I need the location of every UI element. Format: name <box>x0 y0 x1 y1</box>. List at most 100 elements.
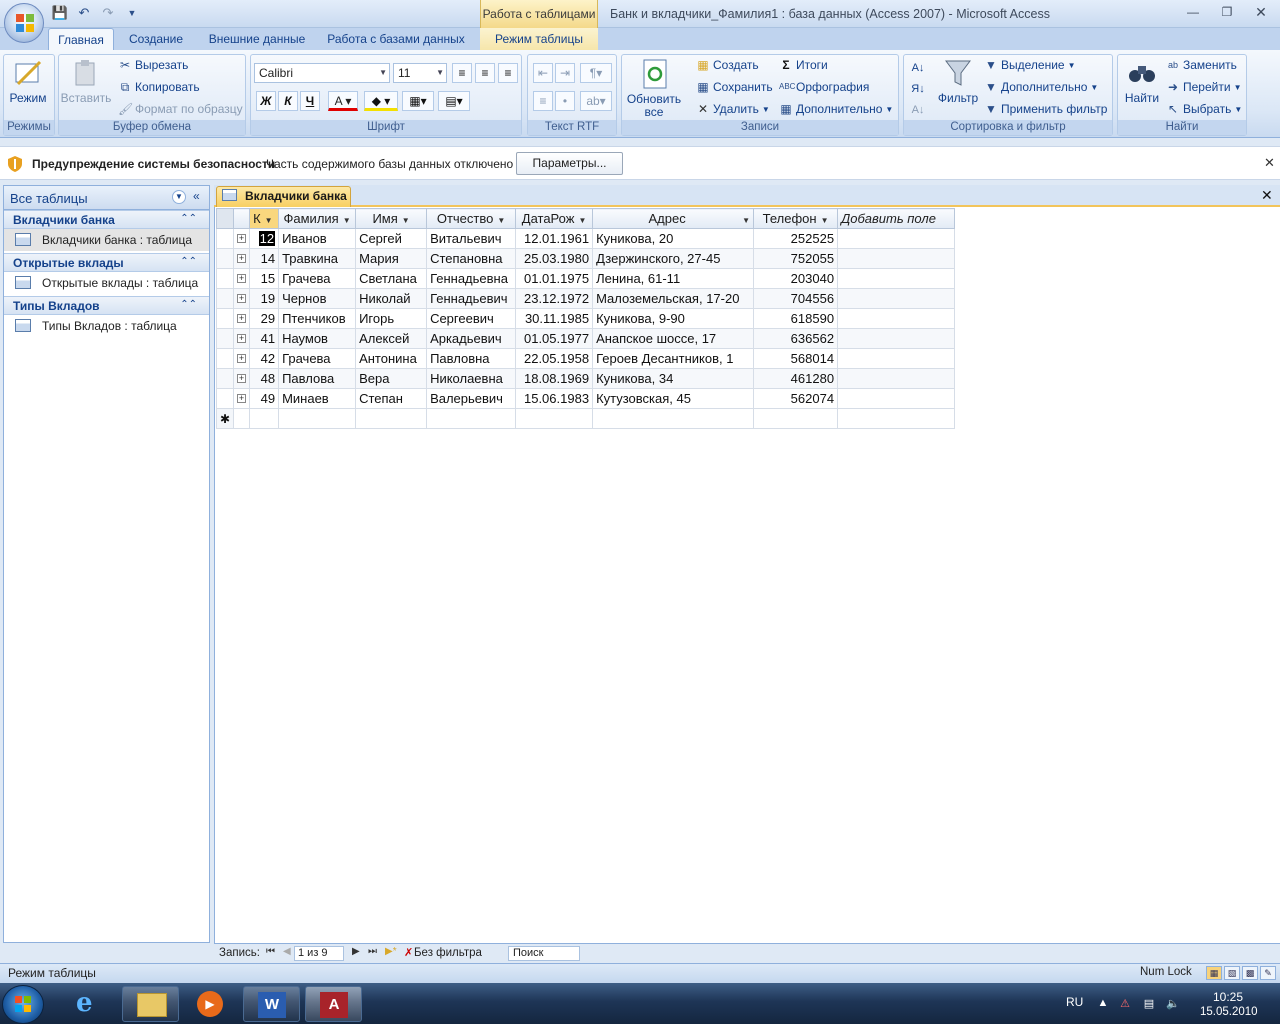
chevron-down-icon[interactable]: ▼ <box>402 216 410 225</box>
increase-indent-button[interactable]: ⇥ <box>555 63 575 83</box>
cell-address[interactable]: Анапское шоссе, 17 <box>592 328 755 349</box>
cell-phone[interactable]: 461280 <box>753 368 839 389</box>
cell-birthdate[interactable]: 01.01.1975 <box>515 268 594 289</box>
office-button[interactable] <box>4 3 44 43</box>
cell-add-field[interactable] <box>837 268 956 289</box>
cell-patronymic[interactable]: Геннадьевич <box>426 288 517 309</box>
table-row[interactable]: +12 Иванов Сергей Витальевич 12.01.1961 Куник… <box>215 228 956 249</box>
new-record-cell[interactable] <box>837 408 956 429</box>
expand-plus-icon[interactable]: + <box>237 294 247 303</box>
datasheet-view-icon[interactable]: ▦ <box>1206 966 1222 980</box>
chevron-down-icon[interactable]: ▼ <box>265 216 273 225</box>
pivot-table-view-icon[interactable]: ▧ <box>1224 966 1240 980</box>
align-center-button[interactable]: ≡ <box>475 63 495 83</box>
highlight-button[interactable]: ab▾ <box>580 91 612 111</box>
nav-pane-header[interactable]: Все таблицы ▼ « <box>4 186 209 210</box>
last-record-icon[interactable]: ⏭ <box>368 946 377 957</box>
chevron-down-icon[interactable]: ▼ <box>497 216 505 225</box>
find-button[interactable]: Найти <box>1121 58 1163 105</box>
format-painter-button[interactable]: 🖌 Формат по образцу <box>118 102 243 116</box>
cell-id[interactable]: 15 <box>249 268 280 289</box>
record-selector[interactable] <box>215 388 235 409</box>
expand-cell[interactable]: + <box>233 348 251 369</box>
network-error-icon[interactable]: ⚠ <box>1118 997 1132 1011</box>
cell-birthdate[interactable]: 15.06.1983 <box>515 388 594 409</box>
cell-firstname[interactable]: Сергей <box>355 228 428 249</box>
chevron-down-icon[interactable]: ▼ <box>742 216 750 225</box>
expand-cell[interactable]: + <box>233 268 251 289</box>
font-name-combo[interactable]: Calibri ▼ <box>254 63 390 83</box>
new-record-row[interactable]: ✱ <box>215 408 956 429</box>
cell-add-field[interactable] <box>837 228 956 249</box>
cell-birthdate[interactable]: 22.05.1958 <box>515 348 594 369</box>
cell-patronymic[interactable]: Николаевна <box>426 368 517 389</box>
customize-qat-icon[interactable]: ▼ <box>122 4 142 22</box>
cell-birthdate[interactable]: 12.01.1961 <box>515 228 594 249</box>
cell-lastname[interactable]: Травкина <box>278 248 357 269</box>
cell-firstname[interactable]: Игорь <box>355 308 428 329</box>
save-record-button[interactable]: ▦ Сохранить <box>696 80 772 94</box>
totals-button[interactable]: Σ Итоги <box>779 58 827 72</box>
copy-button[interactable]: ⧉ Копировать <box>118 80 200 94</box>
cell-add-field[interactable] <box>837 388 956 409</box>
cell-firstname[interactable]: Мария <box>355 248 428 269</box>
table-row[interactable]: +48 Павлова Вера Николаевна 18.08.1969 Кунико… <box>215 368 956 389</box>
column-header-firstname[interactable]: Имя ▼ <box>355 208 428 229</box>
fill-color-button[interactable]: ◆ ▾ <box>364 91 398 111</box>
spelling-button[interactable]: ABC Орфография <box>779 80 869 94</box>
underline-button[interactable]: Ч <box>300 91 320 111</box>
nav-group-open-deposits[interactable]: Открытые вклады ⌃⌃ <box>4 253 209 272</box>
nav-item-open-deposits-table[interactable]: Открытые вклады : таблица <box>4 272 209 294</box>
new-record-button[interactable]: ▦ Создать <box>696 58 758 72</box>
cell-lastname[interactable]: Наумов <box>278 328 357 349</box>
cell-id[interactable]: 12 <box>249 228 280 249</box>
first-record-icon[interactable]: ⏮ <box>266 946 275 957</box>
cell-firstname[interactable]: Светлана <box>355 268 428 289</box>
cell-address[interactable]: Дзержинского, 27-45 <box>592 248 755 269</box>
close-window-button[interactable]: ✕ <box>1246 4 1276 20</box>
start-button[interactable] <box>2 985 44 1024</box>
record-selector[interactable] <box>215 228 235 249</box>
select-all-cell[interactable] <box>215 208 235 229</box>
gridlines-button[interactable]: ▦▾ <box>402 91 434 111</box>
taskbar-explorer[interactable] <box>122 986 179 1022</box>
cell-address[interactable]: Малоземельская, 17-20 <box>592 288 755 309</box>
cell-id[interactable]: 49 <box>249 388 280 409</box>
cell-patronymic[interactable]: Геннадьевна <box>426 268 517 289</box>
replace-button[interactable]: ab Заменить <box>1166 58 1237 72</box>
clear-sort-icon[interactable]: A↓ <box>909 100 927 121</box>
cell-lastname[interactable]: Павлова <box>278 368 357 389</box>
cell-firstname[interactable]: Алексей <box>355 328 428 349</box>
expand-plus-icon[interactable]: + <box>237 274 247 283</box>
cell-firstname[interactable]: Антонина <box>355 348 428 369</box>
cell-address[interactable]: Куникова, 9-90 <box>592 308 755 329</box>
sort-descending-icon[interactable]: Я↓ <box>909 79 927 100</box>
pivot-chart-view-icon[interactable]: ▩ <box>1242 966 1258 980</box>
record-selector[interactable] <box>215 268 235 289</box>
cell-birthdate[interactable]: 30.11.1985 <box>515 308 594 329</box>
volume-icon[interactable]: 🔈 <box>1166 997 1180 1011</box>
cell-firstname[interactable]: Вера <box>355 368 428 389</box>
selection-button[interactable]: ▼ Выделение ▼ <box>984 58 1075 72</box>
cell-address[interactable]: Куникова, 20 <box>592 228 755 249</box>
taskbar-access[interactable]: A <box>305 986 362 1022</box>
column-header-address[interactable]: Адрес ▼ <box>592 208 755 229</box>
cell-firstname[interactable]: Степан <box>355 388 428 409</box>
previous-record-icon[interactable]: ◀ <box>283 946 291 957</box>
cell-add-field[interactable] <box>837 348 956 369</box>
expand-plus-icon[interactable]: + <box>237 374 247 383</box>
cell-address[interactable]: Героев Десантников, 1 <box>592 348 755 369</box>
clock-date[interactable]: 15.05.2010 <box>1200 1006 1258 1018</box>
cell-phone[interactable]: 636562 <box>753 328 839 349</box>
refresh-all-button[interactable]: Обновить все <box>626 58 684 119</box>
column-header-patronymic[interactable]: Отчество ▼ <box>426 208 517 229</box>
cell-add-field[interactable] <box>837 328 956 349</box>
close-document-icon[interactable]: ✕ <box>1261 187 1273 204</box>
record-selector[interactable] <box>215 308 235 329</box>
expand-cell[interactable]: + <box>233 368 251 389</box>
goto-button[interactable]: ➜ Перейти ▼ <box>1166 80 1242 94</box>
maximize-button[interactable]: ❐ <box>1212 4 1242 20</box>
nav-group-deposit-types[interactable]: Типы Вкладов ⌃⌃ <box>4 296 209 315</box>
column-header-lastname[interactable]: Фамилия ▼ <box>278 208 357 229</box>
cell-address[interactable]: Ленина, 61-11 <box>592 268 755 289</box>
